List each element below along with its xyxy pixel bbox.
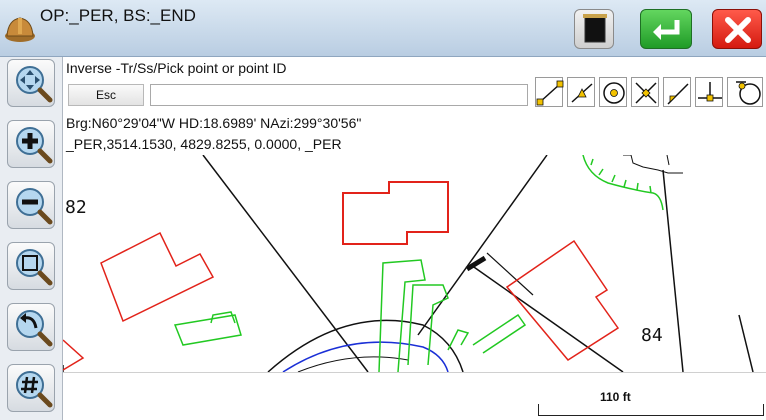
inverse-result-bearing: Brg:N60°29'04"W HD:18.6989' NAzi:299°30'…	[66, 115, 362, 131]
snap-intersection-button[interactable]	[631, 77, 659, 107]
inverse-result-point: _PER,3514.1530, 4829.8255, 0.0000, _PER	[66, 136, 342, 152]
close-button[interactable]	[712, 9, 762, 49]
building-outline	[100, 231, 215, 323]
parcel-line	[623, 155, 683, 174]
snap-tangent-icon	[736, 81, 761, 105]
hardhat-icon[interactable]	[4, 6, 36, 50]
scale-bar	[538, 404, 764, 416]
building-outline	[63, 339, 85, 371]
driveway-outline	[173, 314, 242, 346]
snap-endpoint-icon	[536, 80, 564, 106]
snap-endpoint-button[interactable]	[535, 77, 564, 107]
map-canvas[interactable]: 82 84	[63, 155, 766, 372]
enter-icon	[653, 20, 680, 40]
zoom-in-icon	[16, 127, 53, 164]
lot-label: 84	[641, 325, 663, 346]
zoom-out-icon	[16, 188, 53, 225]
zoom-previous-icon	[16, 310, 53, 347]
driveway-outline	[407, 284, 449, 366]
layers-button[interactable]	[574, 9, 614, 49]
parcel-line	[666, 155, 670, 166]
cul-de-sac-inner	[297, 356, 409, 372]
zoom-out-button[interactable]	[7, 181, 55, 229]
zoom-grid-button[interactable]	[7, 364, 55, 412]
driveway-outline	[378, 259, 426, 372]
pan-button[interactable]	[7, 59, 55, 107]
snap-nearest-button[interactable]	[663, 77, 691, 107]
hedge-line	[582, 155, 664, 211]
snap-perpendicular-icon	[698, 82, 722, 102]
title-bar: OP:_PER, BS:_END	[0, 0, 766, 57]
parcel-line	[662, 169, 684, 372]
scale-label: 110 ft	[600, 390, 631, 404]
zoom-in-button[interactable]	[7, 120, 55, 168]
building-outline	[505, 239, 620, 361]
snap-tangent-button[interactable]	[727, 77, 763, 107]
enter-button[interactable]	[640, 9, 692, 49]
snap-midpoint-icon	[571, 83, 593, 103]
point-id-input[interactable]	[150, 84, 528, 106]
driveway-outline	[472, 313, 527, 354]
snap-perpendicular-button[interactable]	[695, 77, 723, 107]
zoom-previous-button[interactable]	[7, 303, 55, 351]
parcel-line	[738, 314, 754, 372]
close-icon	[725, 17, 751, 43]
zoom-extents-icon	[16, 249, 53, 286]
snap-intersection-icon	[635, 82, 657, 104]
lot-label: 82	[65, 197, 87, 218]
building-outline	[342, 181, 449, 245]
snap-midpoint-button[interactable]	[567, 77, 595, 107]
command-prompt: Inverse -Tr/Ss/Pick point or point ID	[66, 60, 287, 76]
esc-button[interactable]: Esc	[68, 84, 144, 106]
snap-nearest-icon	[667, 83, 689, 105]
left-toolbar	[0, 57, 63, 420]
layers-icon	[583, 14, 607, 43]
pan-icon	[16, 66, 53, 103]
parcel-line	[202, 155, 369, 372]
zoom-extents-button[interactable]	[7, 242, 55, 290]
window-title: OP:_PER, BS:_END	[40, 6, 196, 25]
snap-center-icon	[603, 82, 625, 104]
snap-center-button[interactable]	[599, 77, 627, 107]
zoom-grid-icon	[16, 371, 53, 408]
